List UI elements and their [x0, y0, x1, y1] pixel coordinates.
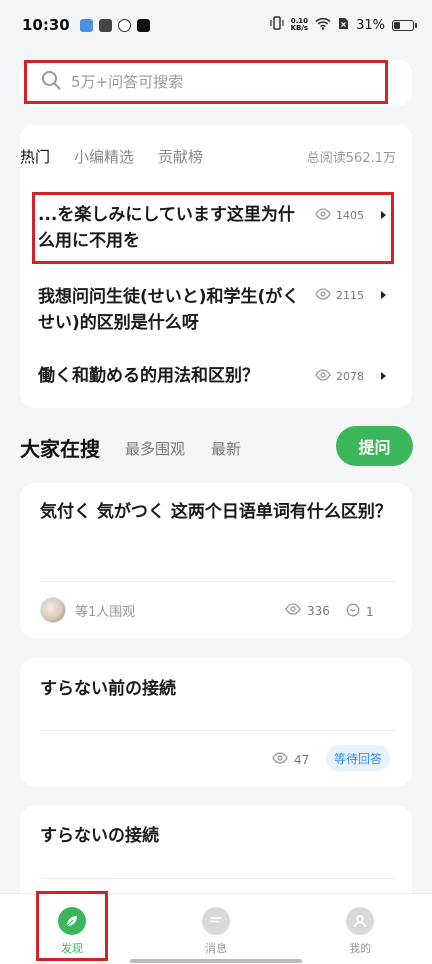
- answers-stat: 1: [346, 603, 374, 620]
- total-reads: 总阅读562.1万: [306, 150, 396, 166]
- hot-question-item[interactable]: 我想问问生徒(せいと)和学生(がくせい)的区别是什么呀 2115: [38, 284, 394, 336]
- eye-icon: [285, 603, 301, 618]
- vibrate-icon: [270, 16, 284, 34]
- arrow-right-icon: [381, 372, 386, 380]
- question-views: 2115: [315, 288, 364, 303]
- hot-tabs: 热门 小编精选 贡献榜 总阅读562.1万: [20, 142, 396, 170]
- sim-icon: [338, 17, 349, 34]
- tab-latest[interactable]: 最新: [211, 438, 241, 459]
- highlight-frame: [32, 192, 394, 264]
- nav-messages[interactable]: 消息: [176, 894, 256, 956]
- question-card[interactable]: 気付く 気がつく 这两个日语单词有什么区别？ 等1人围观 336 1: [20, 483, 412, 638]
- views-count: 2115: [336, 289, 364, 302]
- battery-icon: [392, 19, 417, 31]
- card-title: 気付く 気がつく 这两个日语单词有什么区别？: [40, 502, 392, 522]
- watchers-info: 等1人围观: [40, 597, 135, 623]
- question-title: 働く和勤める的用法和区别？: [38, 366, 259, 386]
- card-title: すらないの接続: [40, 826, 159, 846]
- net-speed-unit: KB/s: [290, 24, 309, 32]
- status-left: 10:30: [22, 16, 150, 34]
- views-stat: 47: [272, 752, 309, 767]
- status-badge: 等待回答: [326, 745, 391, 771]
- search-icon: [41, 70, 61, 94]
- wifi-icon: [315, 17, 331, 34]
- status-right: 0.10 KB/s 31%: [270, 16, 417, 34]
- user-icon: [346, 907, 374, 935]
- highlight-frame: [36, 891, 108, 961]
- eye-icon: [315, 288, 331, 303]
- nav-profile[interactable]: 我的: [320, 894, 400, 956]
- views-stat: 336: [285, 603, 330, 618]
- ask-question-button[interactable]: 提问: [336, 426, 413, 466]
- hot-question-item[interactable]: 働く和勤める的用法和区别？ 2078: [38, 363, 394, 391]
- status-bar: 10:30 0.10 KB/s 31%: [0, 0, 432, 50]
- eye-icon: [272, 752, 288, 767]
- avatar: [40, 597, 66, 623]
- eye-icon: [315, 369, 331, 384]
- comment-icon: [346, 603, 360, 620]
- tab-contributors[interactable]: 贡献榜: [158, 146, 203, 167]
- search-bar[interactable]: [24, 60, 388, 104]
- nav-label: 消息: [205, 942, 227, 955]
- divider: [40, 878, 396, 879]
- section-title: 大家在搜: [20, 437, 100, 461]
- tiktok-app-icon: [136, 18, 150, 32]
- tab-hot[interactable]: 热门: [20, 146, 50, 167]
- tab-most-watched[interactable]: 最多围观: [125, 438, 185, 459]
- nav-label: 我的: [349, 942, 371, 955]
- calendar-app-icon: [98, 18, 112, 32]
- battery-percent: 31%: [356, 17, 385, 33]
- divider: [40, 581, 396, 582]
- views-count: 336: [307, 603, 330, 618]
- message-icon: [202, 907, 230, 935]
- divider: [40, 730, 396, 731]
- gallery-app-icon: [79, 18, 93, 32]
- tab-editor-picks[interactable]: 小编精选: [74, 146, 134, 167]
- net-speed: 0.10 KB/s: [291, 18, 308, 32]
- question-card[interactable]: すらない前の接続 47 等待回答: [20, 658, 412, 786]
- card-title: すらない前の接続: [40, 679, 176, 699]
- question-title: 我想问问生徒(せいと)和学生(がくせい)的区别是什么呀: [38, 287, 300, 333]
- search-input[interactable]: [71, 73, 351, 91]
- views-count: 2078: [336, 370, 364, 383]
- question-views: 2078: [315, 369, 364, 384]
- home-indicator[interactable]: [130, 959, 302, 963]
- answers-count: 1: [366, 604, 374, 619]
- status-time: 10:30: [22, 16, 70, 34]
- link-app-icon: [117, 18, 131, 32]
- watchers-count: 等1人围观: [75, 604, 136, 620]
- arrow-right-icon: [381, 291, 386, 299]
- views-count: 47: [294, 752, 310, 767]
